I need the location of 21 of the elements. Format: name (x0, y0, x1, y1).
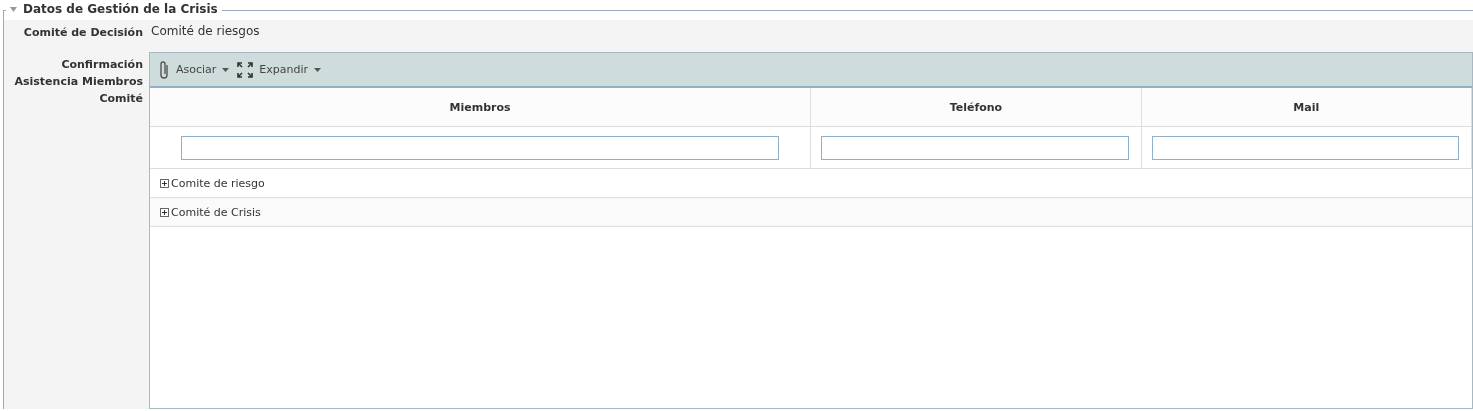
collapse-arrow-icon[interactable] (10, 6, 17, 12)
filter-field[interactable] (1151, 135, 1459, 160)
caret-icon (314, 67, 322, 72)
field-value: Comité de riesgos (151, 24, 260, 38)
filter-field[interactable] (821, 135, 1129, 160)
section-title: Datos de Gestión de la Crisis (23, 2, 218, 16)
column-header[interactable]: Mail (1141, 88, 1472, 127)
field-label: Comité de Decisión (23, 26, 143, 39)
group-row-label: Comité de Crisis (171, 205, 261, 219)
expand-plus-icon[interactable] (160, 178, 169, 188)
group-row-label: Comite de riesgo (171, 176, 265, 190)
field-label: Confirmación Asistencia Miembros Comité (14, 58, 143, 105)
attach-dropdown-button[interactable]: Asociar (176, 63, 230, 76)
column-header[interactable]: Miembros (150, 88, 811, 127)
filter-field[interactable] (181, 135, 780, 160)
expand-icon (237, 61, 254, 78)
column-header[interactable]: Teléfono (810, 88, 1142, 127)
expand-dropdown-button[interactable]: Expandir (259, 63, 322, 76)
caret-icon (222, 67, 230, 72)
paperclip-icon (158, 59, 170, 80)
expand-plus-icon[interactable] (160, 207, 169, 217)
